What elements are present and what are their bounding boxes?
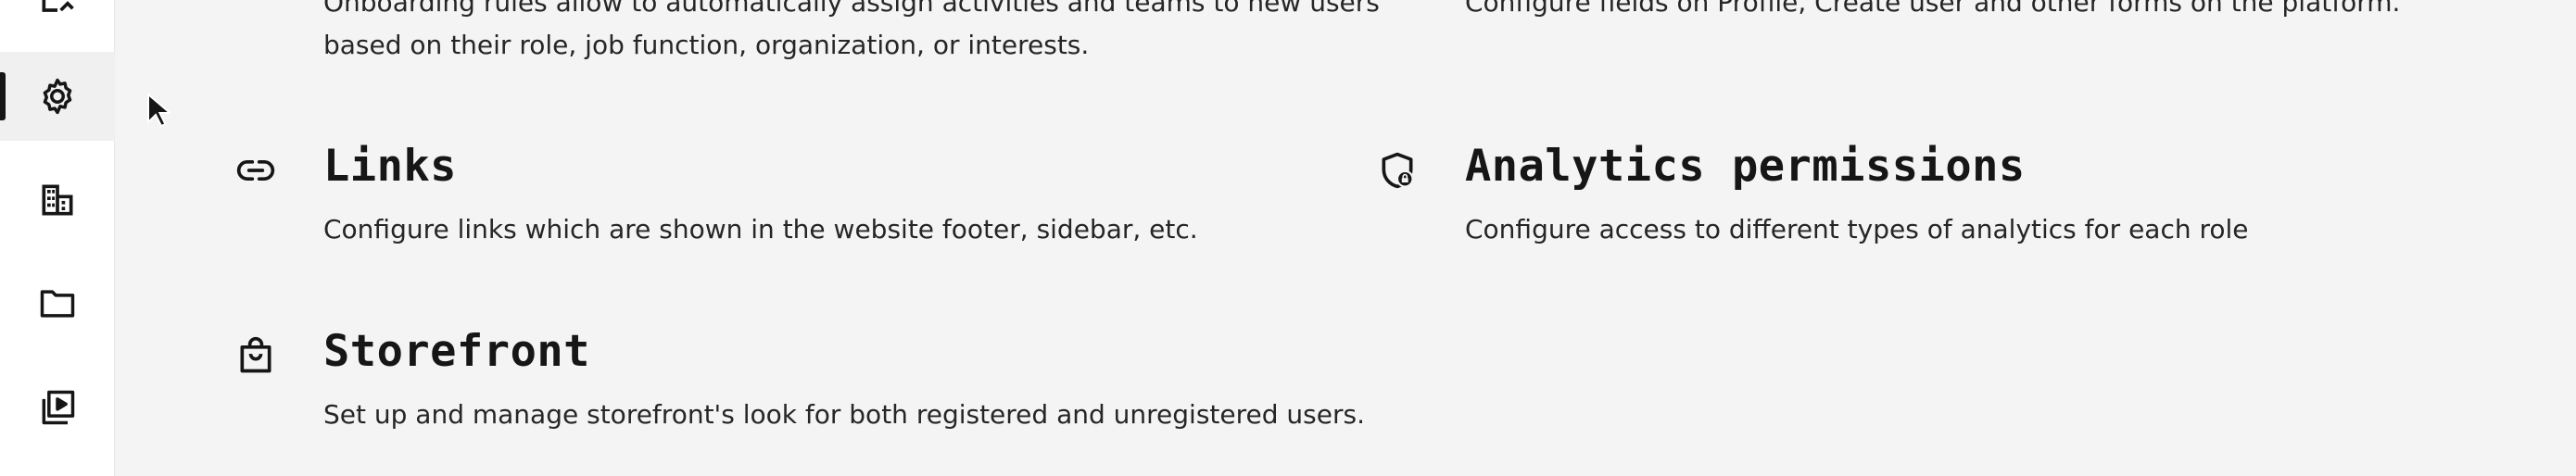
link-icon <box>236 160 275 181</box>
gear-icon <box>43 78 72 115</box>
partial-icon <box>42 0 74 12</box>
storefront-title: Storefront <box>323 326 590 377</box>
sidebar-item-files[interactable] <box>0 259 115 348</box>
onboarding-description-line2: based on their role, job function, organ… <box>323 30 1090 60</box>
building-icon <box>42 184 73 216</box>
folder-icon <box>40 290 75 318</box>
shield-lock-icon <box>1382 152 1414 189</box>
settings-grid: Onboarding rules allow to automatically … <box>115 0 2576 476</box>
sidebar-item-videos[interactable] <box>0 363 115 452</box>
onboarding-description-line1: Onboarding rules allow to automatically … <box>323 0 1380 18</box>
sidebar-item-settings[interactable] <box>0 52 115 141</box>
video-library-icon <box>42 390 75 425</box>
sidebar-item-partial[interactable] <box>0 0 115 44</box>
shopping-bag-icon <box>240 336 271 373</box>
storefront-description: Set up and manage storefront's look for … <box>323 399 1365 430</box>
links-description: Configure links which are shown in the w… <box>323 214 1198 244</box>
links-title: Links <box>323 141 457 192</box>
side-navigation <box>0 0 115 476</box>
sidebar-item-organizations[interactable] <box>0 156 115 244</box>
forms-description: Configure fields on Profile, Create user… <box>1465 0 2401 18</box>
analytics-permissions-title: Analytics permissions <box>1465 141 2026 192</box>
analytics-permissions-description: Configure access to different types of a… <box>1465 214 2249 244</box>
